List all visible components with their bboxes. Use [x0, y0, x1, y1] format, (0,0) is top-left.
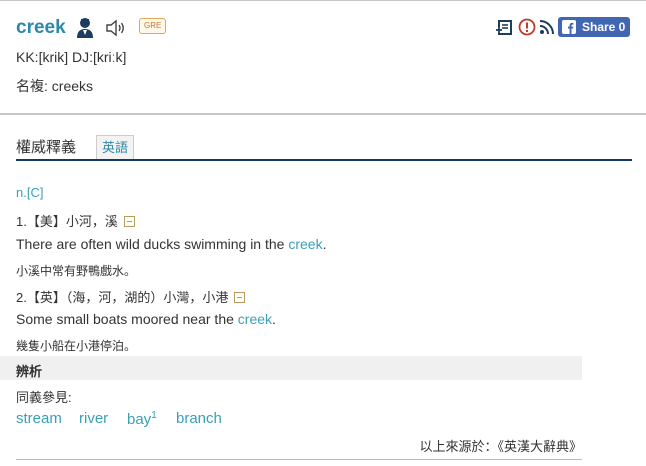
synonym-link-stream[interactable]: stream [16, 410, 62, 427]
speaker-icon[interactable] [105, 19, 127, 37]
sense-label: 2.【英】（海，河，湖的）小灣，小港 [16, 290, 229, 305]
collapse-icon[interactable] [123, 216, 135, 228]
plural-form: 名複: creeks [16, 78, 94, 94]
bottom-divider [16, 459, 582, 460]
synonym-bay-superscript: 1 [151, 410, 157, 421]
section-divider [0, 113, 646, 115]
report-error-icon[interactable] [518, 18, 536, 36]
synonym-link-bay[interactable]: bay1 [127, 410, 157, 428]
tab-english[interactable]: 英語 [96, 135, 135, 159]
example-text-end: . [272, 311, 276, 327]
example-text-end: . [322, 236, 327, 252]
example-text: Some small boats moored near the [16, 311, 238, 327]
collapse-icon[interactable] [234, 292, 246, 304]
headword: creek [16, 17, 66, 38]
sense-2: 2.【英】（海，河，湖的）小灣，小港 [16, 287, 246, 306]
part-of-speech: n.[C] [16, 185, 44, 200]
facebook-share-button[interactable]: Share 0 [558, 17, 630, 37]
rss-icon[interactable] [538, 18, 556, 36]
example-translation: 幾隻小船在小港停泊。 [16, 339, 137, 353]
example-sentence: Some small boats moored near the creek. [16, 311, 276, 327]
example-text: There are often wild ducks swimming in t… [16, 236, 289, 252]
tab-underline [16, 159, 632, 161]
top-divider [0, 0, 646, 1]
analysis-title: 辨析 [16, 364, 43, 379]
exam-level-badge: GRE [139, 18, 167, 34]
tab-authority-definitions[interactable]: 權威釋義 [16, 136, 76, 157]
example-sentence: There are often wild ducks swimming in t… [16, 236, 326, 252]
example-headword-link[interactable]: creek [288, 236, 322, 252]
pronunciation-person-icon[interactable] [75, 17, 95, 39]
synonym-link-river[interactable]: river [79, 410, 108, 427]
sense-1: 1.【美】小河，溪 [16, 211, 135, 230]
phonetic-transcription: KK:[krik] DJ:[kriːk] [16, 49, 127, 65]
source-attribution: 以上來源於：《英漢大辭典》 [419, 439, 582, 454]
synonym-bay-text: bay [127, 411, 152, 428]
example-translation: 小溪中常有野鴨戲水。 [16, 264, 137, 278]
example-headword-link[interactable]: creek [238, 311, 272, 327]
synonyms-label: 同義參見: [16, 390, 72, 405]
sense-label: 1.【美】小河，溪 [16, 214, 118, 229]
add-to-wordlist-icon[interactable] [496, 18, 514, 36]
share-count-label: Share 0 [582, 20, 626, 34]
synonym-link-branch[interactable]: branch [176, 410, 222, 427]
analysis-header: 辨析 [0, 356, 582, 380]
facebook-icon [562, 20, 576, 34]
